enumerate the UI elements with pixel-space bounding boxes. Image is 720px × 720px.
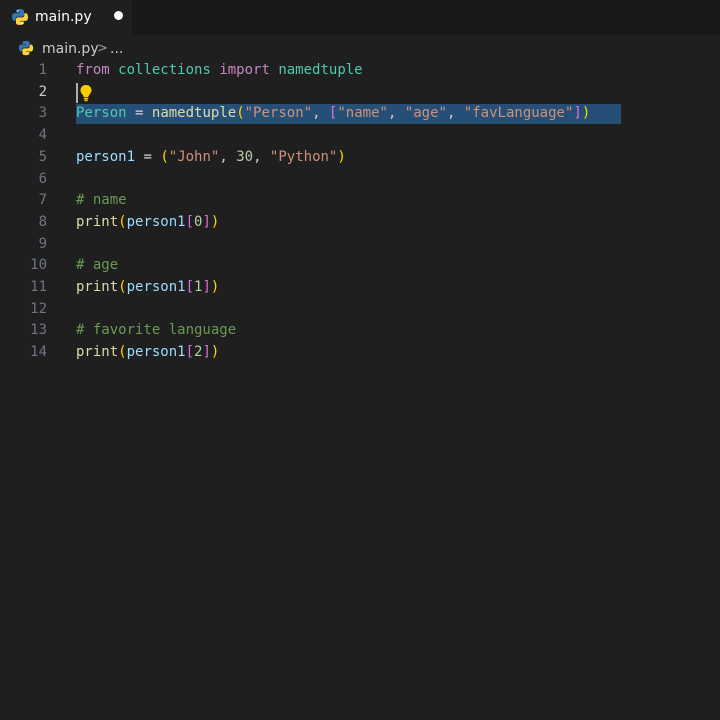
- line-code[interactable]: print(person1[1]): [76, 277, 219, 299]
- breadcrumb-more[interactable]: ...: [110, 40, 123, 58]
- tab-label: main.py: [35, 9, 92, 25]
- code-line: 6: [0, 169, 720, 191]
- line-code[interactable]: print(person1[2]): [76, 342, 219, 364]
- line-code[interactable]: from collections import namedtuple: [76, 60, 363, 82]
- lightbulb-icon[interactable]: [79, 84, 93, 102]
- text-cursor: [76, 82, 78, 103]
- python-icon: [12, 9, 28, 25]
- line-number: 4: [38, 127, 47, 144]
- line-comment[interactable]: # name: [76, 190, 127, 212]
- python-icon: [18, 40, 34, 56]
- code-line: 14 print(person1[2]): [0, 342, 720, 364]
- code-editor[interactable]: 1 from collections import namedtuple 2 3…: [0, 60, 720, 720]
- line-number: 7: [38, 192, 47, 209]
- code-line: 8 print(person1[0]): [0, 212, 720, 234]
- line-number: 3: [38, 105, 47, 122]
- line-code[interactable]: Person = namedtuple("Person", ["name", "…: [76, 103, 590, 125]
- unsaved-dot-icon[interactable]: [114, 11, 123, 20]
- tab-bar: main.py: [0, 0, 720, 35]
- code-line: 9: [0, 234, 720, 256]
- code-line: 5 person1 = ("John", 30, "Python"): [0, 147, 720, 169]
- code-line: 4: [0, 125, 720, 147]
- code-line: 13 # favorite language: [0, 320, 720, 342]
- code-line: 1 from collections import namedtuple: [0, 60, 720, 82]
- code-line: 7 # name: [0, 190, 720, 212]
- line-comment[interactable]: # age: [76, 255, 118, 277]
- line-number: 12: [30, 300, 47, 317]
- line-number: 14: [30, 344, 47, 361]
- code-line-selected: 3 Person = namedtuple("Person", ["name",…: [0, 103, 720, 125]
- tab-main-py[interactable]: main.py: [0, 0, 132, 35]
- chevron-right-icon: >: [97, 41, 108, 56]
- line-number: 8: [38, 213, 47, 230]
- line-code[interactable]: print(person1[0]): [76, 212, 219, 234]
- line-number: 6: [38, 170, 47, 187]
- code-line: 12: [0, 299, 720, 321]
- line-number: 9: [38, 235, 47, 252]
- line-number: 5: [38, 148, 47, 165]
- code-line: 11 print(person1[1]): [0, 277, 720, 299]
- breadcrumb-file[interactable]: main.py: [42, 40, 99, 58]
- line-number: 11: [30, 279, 47, 295]
- line-comment[interactable]: # favorite language: [76, 320, 236, 342]
- line-code[interactable]: person1 = ("John", 30, "Python"): [76, 147, 346, 169]
- line-number: 1: [38, 62, 47, 78]
- breadcrumb: main.py > ...: [0, 38, 720, 60]
- line-number: 13: [30, 322, 47, 339]
- line-number: 10: [30, 257, 47, 274]
- code-line-active: 2: [0, 82, 720, 104]
- code-line: 10 # age: [0, 255, 720, 277]
- line-number: 2: [38, 83, 47, 100]
